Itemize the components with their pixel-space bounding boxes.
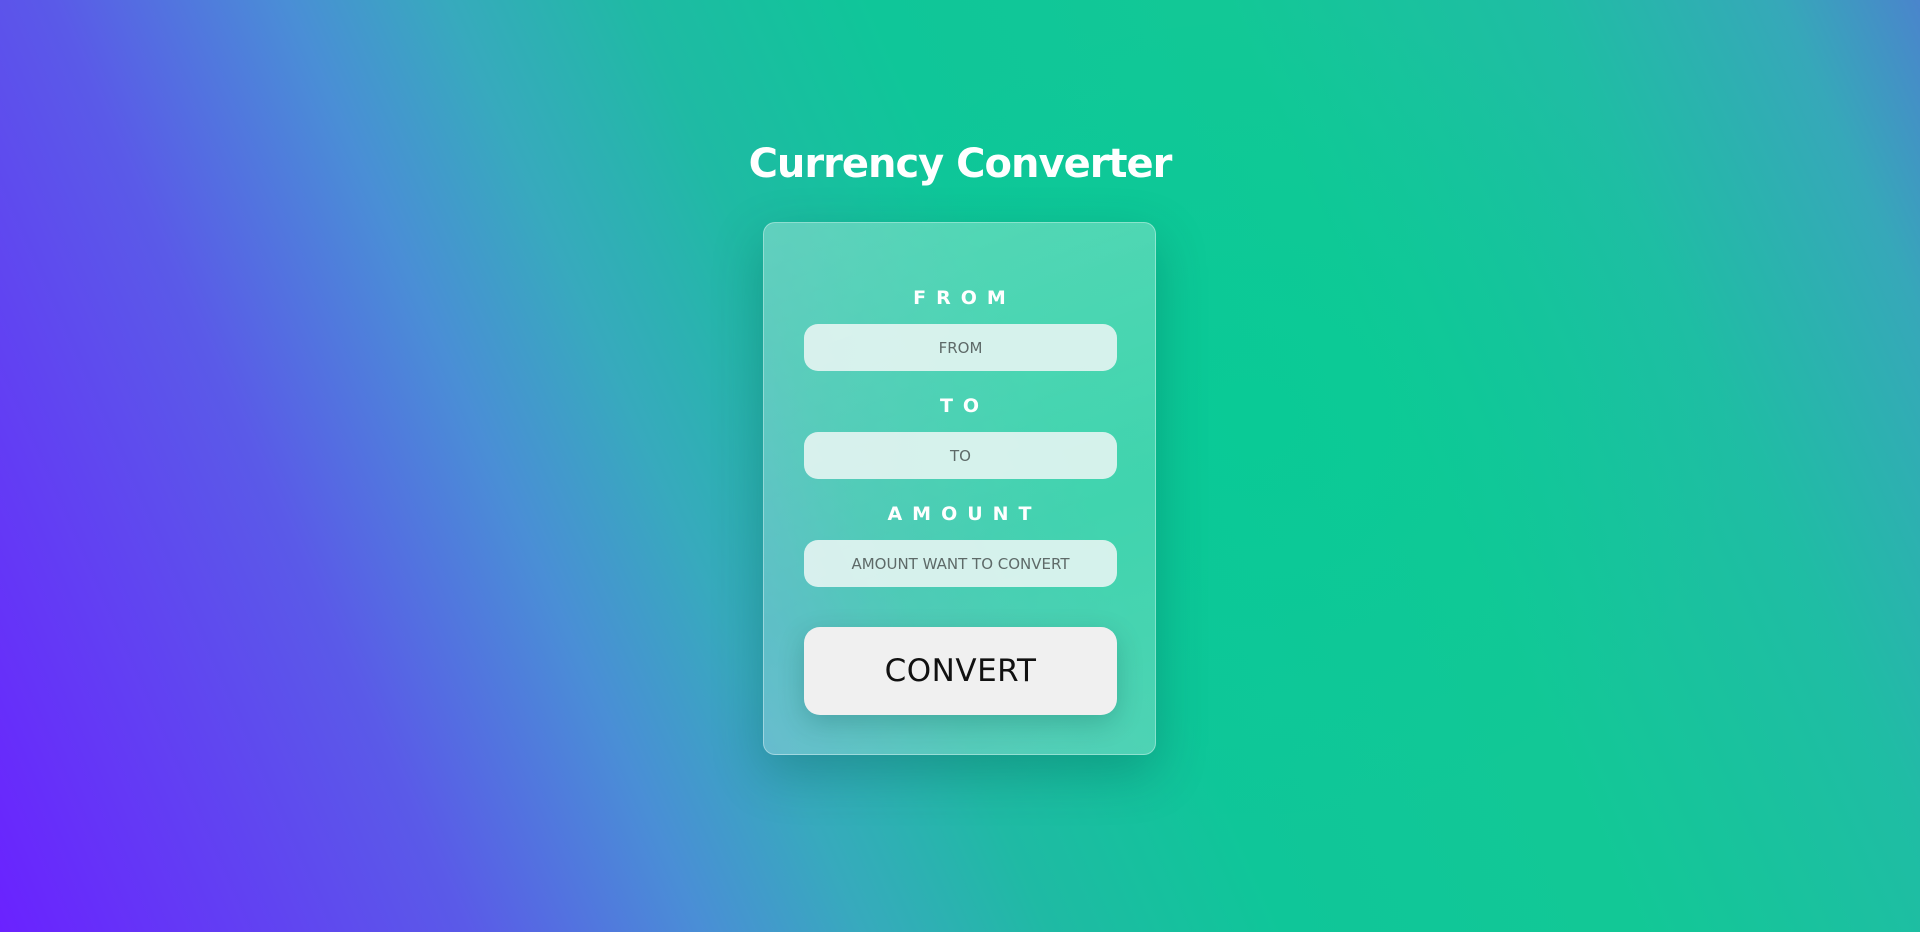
converter-card: FROM TO AMOUNT CONVERT: [763, 222, 1156, 755]
from-label: FROM: [913, 287, 1016, 309]
amount-label: AMOUNT: [887, 503, 1042, 525]
to-input[interactable]: [804, 432, 1117, 479]
page-title: Currency Converter: [748, 141, 1173, 187]
amount-input[interactable]: [804, 540, 1117, 587]
page: Currency Converter FROM TO AMOUNT CONVER…: [0, 0, 1920, 933]
from-input[interactable]: [804, 324, 1117, 371]
to-label: TO: [939, 395, 990, 417]
convert-button[interactable]: CONVERT: [804, 627, 1117, 715]
